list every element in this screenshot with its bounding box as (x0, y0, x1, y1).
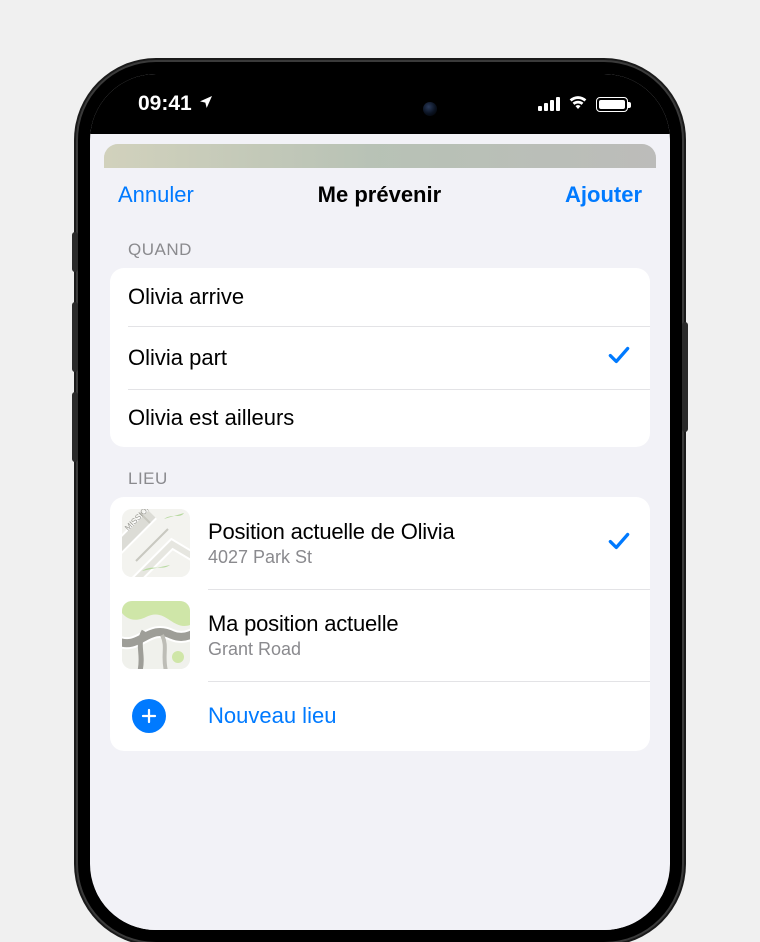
location-title: Position actuelle de Olivia (208, 519, 606, 545)
location-option-olivia-current[interactable]: MISSION Position actuelle de Olivia 4027… (110, 497, 650, 589)
map-thumbnail-icon: MISSION (122, 509, 190, 577)
status-bar: 09:41 (90, 74, 670, 134)
checkmark-icon (606, 528, 632, 559)
add-button[interactable]: Ajouter (565, 182, 642, 208)
screen: 09:41 A (90, 74, 670, 930)
when-option-label: Olivia part (128, 345, 606, 371)
modal-title: Me prévenir (318, 182, 442, 208)
when-option-arrive[interactable]: Olivia arrive (110, 268, 650, 326)
front-camera-icon (423, 102, 437, 116)
wifi-icon (568, 94, 588, 114)
phone-frame: 09:41 A (78, 62, 682, 942)
location-text: Position actuelle de Olivia 4027 Park St (208, 519, 606, 568)
when-option-label: Olivia est ailleurs (128, 405, 632, 431)
status-left: 09:41 (138, 92, 214, 116)
location-group: MISSION Position actuelle de Olivia 4027… (110, 497, 650, 751)
location-option-my-current[interactable]: Ma position actuelle Grant Road (110, 589, 650, 681)
side-button (72, 392, 78, 462)
section-header-location: LIEU (96, 447, 664, 497)
side-button (72, 302, 78, 372)
location-title: Ma position actuelle (208, 611, 632, 637)
battery-icon (596, 97, 628, 112)
when-option-label: Olivia arrive (128, 284, 632, 310)
modal-sheet: Annuler Me prévenir Ajouter QUAND Olivia… (96, 162, 664, 930)
checkmark-icon (606, 342, 632, 373)
dynamic-island (305, 88, 455, 130)
location-subtitle: Grant Road (208, 639, 632, 660)
add-location-row[interactable]: Nouveau lieu (110, 681, 650, 751)
modal-header: Annuler Me prévenir Ajouter (96, 162, 664, 218)
when-option-leave[interactable]: Olivia part (110, 326, 650, 389)
background-card (104, 144, 656, 168)
status-time: 09:41 (138, 92, 192, 116)
when-option-elsewhere[interactable]: Olivia est ailleurs (110, 389, 650, 447)
map-thumbnail-icon (122, 601, 190, 669)
section-header-when: QUAND (96, 218, 664, 268)
side-button (72, 232, 78, 272)
plus-circle-icon (132, 699, 166, 733)
location-subtitle: 4027 Park St (208, 547, 606, 568)
side-button (682, 322, 688, 432)
cellular-signal-icon (538, 97, 560, 111)
location-text: Ma position actuelle Grant Road (208, 611, 632, 660)
status-right (538, 94, 628, 114)
add-location-label: Nouveau lieu (208, 703, 336, 729)
location-services-icon (198, 92, 214, 116)
when-group: Olivia arrive Olivia part Olivia est ail… (110, 268, 650, 447)
cancel-button[interactable]: Annuler (118, 182, 194, 208)
